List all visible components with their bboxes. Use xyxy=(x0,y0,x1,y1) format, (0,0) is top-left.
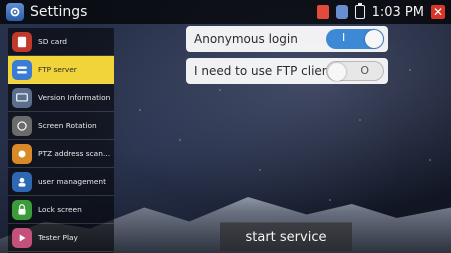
anonymous-login-row: Anonymous login I xyxy=(186,26,388,52)
status-time: 1:03 PM xyxy=(371,4,424,20)
ftp-client-label: I need to use FTP client xyxy=(194,64,335,78)
ptz-icon xyxy=(12,143,32,164)
toggle-on-mark: I xyxy=(342,31,346,44)
sidebar-item-label: PTZ address scann... xyxy=(38,149,114,158)
sidebar-item-ftp-server[interactable]: FTP server xyxy=(8,56,114,84)
anonymous-login-label: Anonymous login xyxy=(194,32,298,46)
battery-icon xyxy=(354,3,365,19)
ftp-client-row: I need to use FTP client O xyxy=(186,58,388,84)
monitor-icon xyxy=(12,87,32,108)
sidebar-item-label: Lock screen xyxy=(38,205,82,214)
ftp-icon xyxy=(12,59,32,80)
status-title: Settings xyxy=(30,4,88,20)
ftp-settings-panel: Anonymous login I I need to use FTP clie… xyxy=(186,26,388,90)
sidebar-item-label: SD card xyxy=(38,37,67,46)
anonymous-login-toggle[interactable]: I xyxy=(326,29,384,49)
sidebar-item-ptz-address-scan[interactable]: PTZ address scann... xyxy=(8,140,114,168)
ftp-client-toggle[interactable]: O xyxy=(326,61,384,81)
connection-status-icon xyxy=(335,5,348,19)
user-management-icon xyxy=(12,171,32,192)
sidebar-item-tester-play[interactable]: Tester Play xyxy=(8,224,114,252)
lock-icon xyxy=(12,199,32,220)
settings-screen: Settings 1:03 PM ✕ SD card FTP server Ve… xyxy=(0,0,451,253)
sidebar-item-label: user management xyxy=(38,177,106,186)
settings-sidebar: SD card FTP server Version Information S… xyxy=(8,28,114,253)
sidebar-item-label: Screen Rotation xyxy=(38,121,97,130)
toggle-off-mark: O xyxy=(360,64,369,77)
sd-card-icon xyxy=(12,31,32,52)
app-settings-icon[interactable] xyxy=(6,3,24,21)
status-bar: Settings 1:03 PM ✕ xyxy=(0,0,451,24)
sidebar-item-screen-rotation[interactable]: Screen Rotation xyxy=(8,112,114,140)
tester-play-icon xyxy=(12,227,32,248)
sidebar-item-lock-screen[interactable]: Lock screen xyxy=(8,196,114,224)
sidebar-item-user-management[interactable]: user management xyxy=(8,168,114,196)
toggle-knob xyxy=(328,63,346,81)
sidebar-item-label: Tester Play xyxy=(38,233,78,242)
sidebar-item-sd-card[interactable]: SD card xyxy=(8,28,114,56)
sd-card-status-icon xyxy=(316,5,329,19)
status-right-group: 1:03 PM ✕ xyxy=(316,3,445,20)
close-icon[interactable]: ✕ xyxy=(431,5,445,19)
rotate-icon xyxy=(12,115,32,136)
start-service-button[interactable]: start service xyxy=(220,222,352,251)
sidebar-item-label: FTP server xyxy=(38,65,77,74)
sidebar-item-label: Version Information xyxy=(38,93,111,102)
sidebar-item-version-information[interactable]: Version Information xyxy=(8,84,114,112)
toggle-knob xyxy=(365,30,383,48)
